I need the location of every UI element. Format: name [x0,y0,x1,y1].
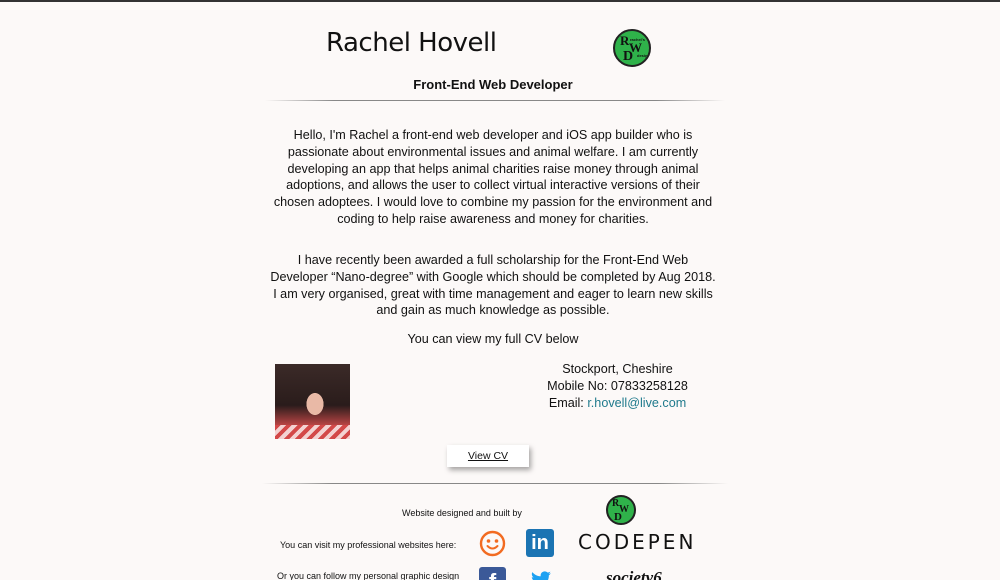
logo-letter-d: D [614,511,622,523]
logo-icon[interactable]: R rachel's W D design [613,29,651,67]
mobile-label: Mobile No: [547,378,608,393]
divider [265,100,725,101]
twitter-icon[interactable] [530,571,552,580]
logo-letter-r: R [620,33,630,48]
location-text: Stockport, Cheshire [562,362,673,376]
email-line: Email: r.hovell@live.com [500,395,735,412]
professional-sites-text: You can visit my professional websites h… [280,540,457,550]
email-link[interactable]: r.hovell@live.com [587,396,686,410]
mobile-line: Mobile No: 07833258128 [500,378,735,395]
photo-shirt [275,425,350,439]
about-paragraph-2: I have recently been awarded a full scho… [270,253,716,318]
society6-logo[interactable]: society6 [606,568,662,580]
profile-photo [275,364,350,439]
linkedin-icon[interactable]: in [526,529,554,557]
designed-by-text: Website designed and built by [402,508,522,518]
about-paragraph-1: Hello, I'm Rachel a front-end web develo… [273,128,713,226]
footer-divider [262,483,728,484]
page-subtitle: Front-End Web Developer [413,77,573,92]
cv-intro-text: You can view my full CV below [407,332,579,346]
view-cv-button[interactable]: View CV [447,445,529,467]
codepen-logo[interactable]: CODEPEN [578,530,696,554]
mobile-number: 07833258128 [610,378,688,393]
email-label: Email: [548,395,584,410]
footer-logo-icon[interactable]: R W D [606,495,636,525]
contact-info: Stockport, Cheshire Mobile No: 078332581… [500,361,735,411]
personal-design-text: Or you can follow my personal graphic de… [277,571,460,580]
logo-small-text-2: design [637,53,650,58]
page-name: Rachel Hovell [326,28,497,58]
orange-face-icon[interactable] [479,530,506,557]
logo-letter-d: D [623,49,634,64]
facebook-icon[interactable]: f [479,567,506,580]
